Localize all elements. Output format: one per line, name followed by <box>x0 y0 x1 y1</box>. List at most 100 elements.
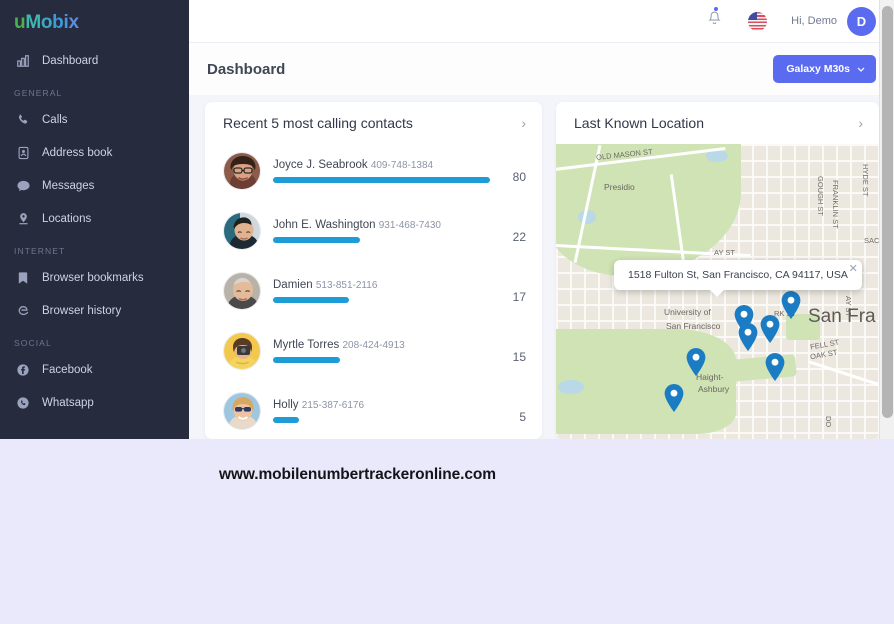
map-water-3 <box>558 380 584 394</box>
scrollbar-thumb[interactable] <box>882 6 893 418</box>
contact-name-line: Myrtle Torres 208-424-4913 <box>273 339 490 351</box>
logo-char-m: M <box>25 12 41 33</box>
map-label-hyde: HYDE ST <box>861 164 870 197</box>
contact-phone: 215-387-6176 <box>301 400 365 411</box>
sidebar-item-label: Dashboard <box>42 54 99 67</box>
avatar-holly <box>223 392 261 430</box>
call-count-bar-fill <box>273 417 300 423</box>
call-count-bar-track <box>273 237 490 243</box>
top-bar: Hi, Demo D <box>189 0 894 43</box>
table-row[interactable]: John E. Washington 931-468-7430 22 <box>205 201 542 261</box>
map-address-text: 1518 Fulton St, San Francisco, CA 94117,… <box>628 269 848 281</box>
map-label-ay-st: AY ST <box>714 248 735 257</box>
close-icon[interactable]: ✕ <box>849 262 858 275</box>
map-label-sac: SAC <box>864 236 879 245</box>
map-label-university-of: University of <box>664 307 711 317</box>
call-count-bar-track <box>273 177 490 183</box>
map-label-san-fra: San Fra <box>808 306 876 327</box>
sidebar-item-messages[interactable]: Messages <box>0 169 189 202</box>
call-count: 5 <box>519 410 526 424</box>
card-header: Last Known Location › <box>556 102 879 141</box>
map-label-do: DO <box>824 416 833 428</box>
avatar-myrtle <box>223 332 261 370</box>
bookmark-icon <box>14 270 32 286</box>
avatar-john <box>223 212 261 250</box>
sidebar-item-locations[interactable]: Locations <box>0 202 189 235</box>
contact-name: Damien <box>273 279 313 291</box>
facebook-icon <box>14 362 32 378</box>
map-label-franklin: FRANKLIN ST <box>831 180 840 229</box>
page-header: Dashboard Galaxy M30s <box>189 43 894 95</box>
map-address-tooltip: 1518 Fulton St, San Francisco, CA 94117,… <box>614 260 862 297</box>
map-label-presidio: Presidio <box>604 182 635 192</box>
call-count-bar-fill <box>273 237 360 243</box>
sidebar-item-dashboard[interactable]: Dashboard <box>0 44 189 77</box>
page-title: Dashboard <box>207 60 286 78</box>
sidebar-item-facebook[interactable]: Facebook <box>0 353 189 386</box>
call-count: 80 <box>512 170 526 184</box>
sidebar-item-label: Browser bookmarks <box>42 271 144 284</box>
map-label-ay-st-2: AY ST <box>844 296 853 317</box>
map-pin[interactable] <box>759 314 781 344</box>
contact-name-line: Damien 513-851-2116 <box>273 279 490 291</box>
map-pin-icon <box>14 211 32 227</box>
contact-name: Myrtle Torres <box>273 339 340 351</box>
call-count: 15 <box>512 350 526 364</box>
map-pin[interactable] <box>663 383 685 413</box>
contact-card-icon <box>14 145 32 161</box>
table-row[interactable]: Myrtle Torres 208-424-4913 15 <box>205 321 542 381</box>
sidebar-item-label: Locations <box>42 212 92 225</box>
contact-phone: 931-468-7430 <box>378 220 441 231</box>
call-count-bar-track <box>273 357 490 363</box>
call-count-bar-track <box>273 417 490 423</box>
sidebar-section-internet: INTERNET <box>14 246 66 256</box>
app-logo[interactable]: uMobix <box>0 0 189 34</box>
logo-char-b: b <box>52 12 64 33</box>
map-pin[interactable] <box>685 347 707 377</box>
sidebar-item-calls[interactable]: Calls <box>0 103 189 136</box>
sidebar: uMobix Dashboard GENERAL Calls Address b… <box>0 0 189 439</box>
logo-char-u: u <box>14 12 26 33</box>
avatar[interactable]: D <box>847 6 876 36</box>
sidebar-item-browser-bookmarks[interactable]: Browser bookmarks <box>0 261 189 294</box>
contact-phone: 208-424-4913 <box>342 340 405 351</box>
map-view[interactable]: OLD MASON ST Presidio GOUGH ST FRANKLIN … <box>556 144 879 439</box>
contact-body: Holly 215-387-6176 <box>273 399 490 423</box>
chevron-right-icon[interactable]: › <box>521 115 526 131</box>
chat-bubble-icon <box>14 178 32 194</box>
main-content: Recent 5 most calling contacts › Joyce J… <box>189 95 894 439</box>
table-row[interactable]: Damien 513-851-2116 17 <box>205 261 542 321</box>
edge-browser-icon <box>14 303 32 319</box>
contact-phone: 409-748-1384 <box>370 160 434 171</box>
card-header: Recent 5 most calling contacts › <box>205 102 542 141</box>
contact-body: Damien 513-851-2116 <box>273 279 490 303</box>
us-flag-icon[interactable] <box>748 11 768 31</box>
device-selector-button[interactable]: Galaxy M30s <box>773 55 876 83</box>
vertical-scrollbar[interactable] <box>879 0 894 439</box>
table-row[interactable]: Joyce J. Seabrook 409-748-1384 80 <box>205 141 542 201</box>
watermark-area: www.mobilenumbertrackeronline.com <box>0 439 894 624</box>
chevron-right-icon[interactable]: › <box>858 115 863 131</box>
contact-name: Holly <box>273 399 299 411</box>
sidebar-section-general: GENERAL <box>14 88 63 98</box>
map-pin[interactable] <box>764 352 786 382</box>
device-selector-label: Galaxy M30s <box>786 63 850 75</box>
sidebar-item-label: Calls <box>42 113 68 126</box>
call-count-bar-track <box>273 297 490 303</box>
notifications-button[interactable] <box>707 7 722 32</box>
sidebar-item-whatsapp[interactable]: Whatsapp <box>0 386 189 419</box>
watermark-text: www.mobilenumbertrackeronline.com <box>219 466 496 483</box>
table-row[interactable]: Holly 215-387-6176 5 <box>205 381 542 439</box>
contact-name-line: Holly 215-387-6176 <box>273 399 490 411</box>
logo-char-x: x <box>68 12 79 33</box>
sidebar-item-browser-history[interactable]: Browser history <box>0 294 189 327</box>
chevron-down-icon <box>857 64 865 74</box>
map-pin[interactable] <box>737 322 759 352</box>
whatsapp-icon <box>14 395 32 411</box>
map-pin[interactable] <box>780 290 802 320</box>
map-label-ashbury: Ashbury <box>698 384 730 394</box>
last-known-location-card: Last Known Location › OLD MASON ST Presi… <box>556 102 879 439</box>
sidebar-item-label: Address book <box>42 146 113 159</box>
sidebar-item-address-book[interactable]: Address book <box>0 136 189 169</box>
card-title: Last Known Location <box>574 115 704 131</box>
